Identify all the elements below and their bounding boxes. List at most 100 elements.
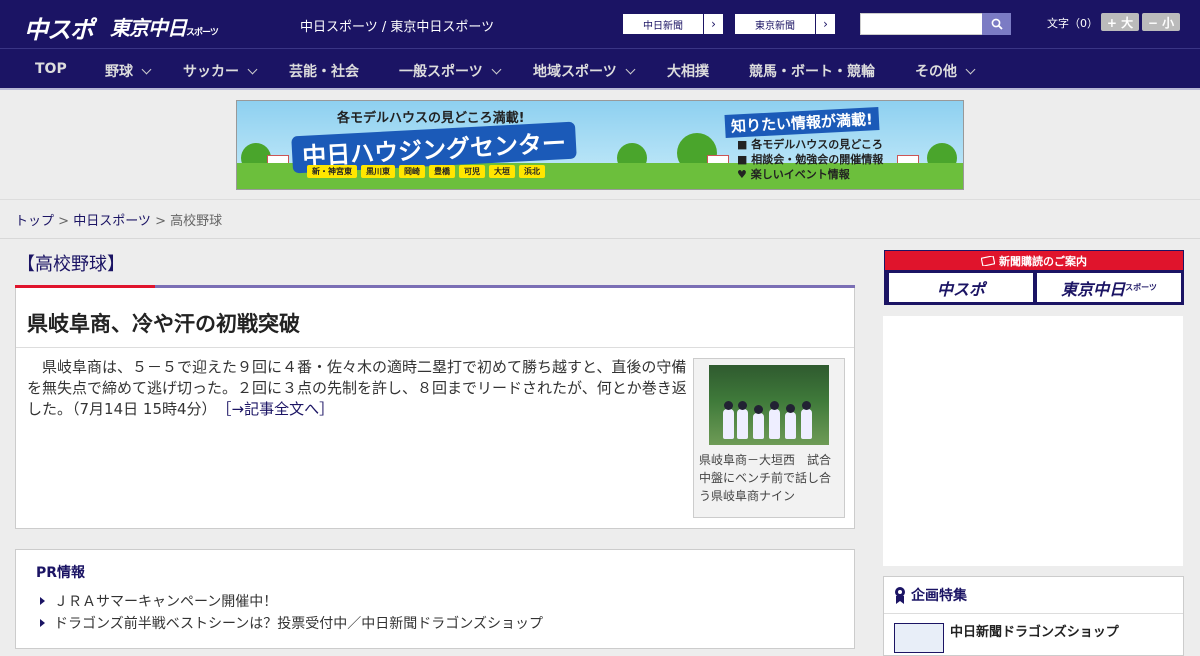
pr-item-text: ＪＲＡサマーキャンペーン開催中！ (54, 594, 278, 610)
breadcrumb-separator: > (150, 214, 171, 229)
tokyo-logo-text: 東京中日 (110, 16, 187, 40)
pr-item-text: ドラゴンズ前半戦ベストシーンは？投票受付中／中日新聞ドラゴンズショップ (54, 616, 544, 632)
feature-box: 企画特集 中日新聞ドラゴンズショップ (883, 576, 1184, 656)
pr-item[interactable]: ドラゴンズ前半戦ベストシーンは？投票受付中／中日新聞ドラゴンズショップ (40, 613, 543, 633)
divider (884, 613, 1183, 614)
pr-title: PR情報 (36, 565, 86, 581)
subscribe-tokyo-chunichi-button[interactable]: 東京中日 スポーツ (1037, 273, 1181, 302)
nav-item-baseball[interactable]: 野球 (105, 61, 152, 81)
breadcrumb-separator: > (54, 214, 74, 229)
nav-item-top[interactable]: TOP (35, 61, 67, 77)
subscription-banner: 新聞購読のご案内 中スポ 東京中日 スポーツ (884, 250, 1184, 305)
nav-label: サッカー (183, 64, 239, 80)
breadcrumb: トップ > 中日スポーツ > 高校野球 (15, 210, 222, 229)
chevron-down-icon (625, 64, 636, 74)
nav-label: その他 (915, 64, 957, 80)
nav-item-general-sports[interactable]: 一般スポーツ (399, 61, 502, 81)
nav-label: 競馬・ボート・競輪 (749, 64, 875, 80)
nav-label: 地域スポーツ (533, 64, 617, 80)
chuspo-logo[interactable]: 中スポ (24, 10, 94, 45)
top-header: 中スポ 東京中日スポーツ 中日スポーツ / 東京中日スポーツ 中日新聞 › 東京… (0, 0, 1200, 48)
nav-item-other[interactable]: その他 (915, 61, 976, 81)
banner-town: 豊橋 (429, 165, 455, 178)
article-body: 県岐阜商は、５－５で迎えた９回に４番・佐々木の適時二塁打で初めて勝ち越すと、直後… (27, 357, 687, 420)
nav-item-sumo[interactable]: 大相撲 (667, 61, 709, 81)
banner-town: 黒川東 (361, 165, 395, 178)
feature-item-link[interactable]: 中日新聞ドラゴンズショップ (950, 621, 1119, 640)
pr-item[interactable]: ＪＲＡサマーキャンペーン開催中！ (40, 591, 277, 611)
feature-thumbnail[interactable] (894, 623, 944, 653)
article-photo[interactable] (709, 365, 829, 445)
font-smaller-button[interactable]: − 小 (1142, 13, 1180, 31)
chevron-down-icon (965, 64, 976, 74)
chevron-right-icon: › (815, 14, 835, 34)
banner-side-item-text: 相談会・勉強会の開催情報 (751, 153, 884, 166)
nav-label: 芸能・社会 (289, 64, 359, 80)
subscribe-tokyo-small: スポーツ (1125, 283, 1157, 292)
category-title: 【高校野球】 (17, 254, 125, 275)
article-card: 県岐阜商、冷や汗の初戦突破 県岐阜商は、５－５で迎えた９回に４番・佐々木の適時二… (15, 288, 855, 529)
player-figure (801, 401, 812, 439)
subscribe-chuspo-button[interactable]: 中スポ (889, 273, 1033, 302)
divider (0, 238, 1200, 239)
banner-town: 岡崎 (399, 165, 425, 178)
chevron-right-icon: › (703, 14, 723, 34)
breadcrumb-top-link[interactable]: トップ (15, 214, 54, 229)
tokyo-shimbun-button[interactable]: 東京新聞 › (734, 13, 836, 35)
banner-side-list: ■ 各モデルハウスの見どころ ■ 相談会・勉強会の開催情報 ♥ 楽しいイベント情… (737, 137, 883, 182)
player-figure (753, 405, 764, 439)
nav-item-entertainment[interactable]: 芸能・社会 (289, 61, 359, 81)
subscription-header-text: 新聞購読のご案内 (999, 254, 1087, 268)
chevron-down-icon (247, 64, 258, 74)
banner-town-list: 新・神宮東 黒川東 岡崎 豊橋 可児 大垣 浜北 (307, 165, 545, 178)
triangle-right-icon (40, 619, 45, 627)
chunichi-shimbun-button[interactable]: 中日新聞 › (622, 13, 724, 35)
breadcrumb-section-link[interactable]: 中日スポーツ (73, 214, 151, 229)
nav-item-soccer[interactable]: サッカー (183, 61, 258, 81)
chevron-down-icon (141, 64, 152, 74)
nav-item-racing[interactable]: 競馬・ボート・競輪 (749, 61, 875, 81)
feature-title: 企画特集 (894, 585, 967, 605)
player-figure (769, 401, 780, 439)
font-size-label: 文字（0） (1047, 17, 1098, 30)
feature-title-text: 企画特集 (911, 588, 967, 604)
font-larger-button[interactable]: + 大 (1101, 13, 1139, 31)
banner-town: 新・神宮東 (307, 165, 357, 178)
nav-label: TOP (35, 61, 67, 77)
article-photo-box: 県岐阜商－大垣西 試合中盤にベンチ前で話し合う県岐阜商ナイン (693, 358, 845, 518)
banner-town: 浜北 (519, 165, 545, 178)
chevron-down-icon (491, 64, 502, 74)
chunichi-shimbun-label: 中日新聞 (643, 20, 683, 32)
banner-side-item: ♥ 楽しいイベント情報 (737, 168, 850, 181)
nav-item-local-sports[interactable]: 地域スポーツ (533, 61, 636, 81)
banner-side-item: ■ 各モデルハウスの見どころ (737, 138, 883, 151)
search-input[interactable] (860, 13, 983, 35)
banner-area: 各モデルハウスの見どころ満載! 中日ハウジングセンター 新・神宮東 黒川東 岡崎… (0, 90, 1200, 200)
site-title: 中日スポーツ / 東京中日スポーツ (300, 20, 495, 35)
tokyo-chunichi-logo[interactable]: 東京中日スポーツ (110, 12, 219, 41)
banner-town: 大垣 (489, 165, 515, 178)
banner-side-headline: 知りたい情報が満載! (724, 106, 880, 139)
banner-side-item-text: 楽しいイベント情報 (750, 168, 850, 181)
search-icon (991, 18, 1003, 30)
tokyo-shimbun-label: 東京新聞 (755, 20, 795, 32)
sidebar-ad-slot (883, 316, 1183, 566)
main-nav: TOP 野球 サッカー 芸能・社会 一般スポーツ 地域スポーツ 大相撲 競馬・ボ… (0, 48, 1200, 90)
divider (16, 347, 854, 348)
player-figure (785, 404, 796, 439)
housing-center-ad-banner[interactable]: 各モデルハウスの見どころ満載! 中日ハウジングセンター 新・神宮東 黒川東 岡崎… (236, 100, 964, 190)
nav-label: 大相撲 (667, 64, 709, 80)
banner-town: 可児 (459, 165, 485, 178)
banner-headline: 各モデルハウスの見どころ満載! (337, 111, 525, 126)
ticket-icon (981, 255, 995, 266)
subscription-header: 新聞購読のご案内 (885, 251, 1183, 270)
nav-label: 野球 (105, 64, 133, 80)
read-more-link[interactable]: ［→記事全文へ］ (224, 400, 334, 418)
article-title: 県岐阜商、冷や汗の初戦突破 (27, 312, 300, 336)
triangle-right-icon (40, 597, 45, 605)
breadcrumb-current: 高校野球 (170, 214, 223, 229)
search-button[interactable] (982, 13, 1011, 35)
photo-caption: 県岐阜商－大垣西 試合中盤にベンチ前で話し合う県岐阜商ナイン (699, 453, 832, 503)
player-figure (737, 401, 748, 439)
ribbon-icon (895, 587, 905, 604)
